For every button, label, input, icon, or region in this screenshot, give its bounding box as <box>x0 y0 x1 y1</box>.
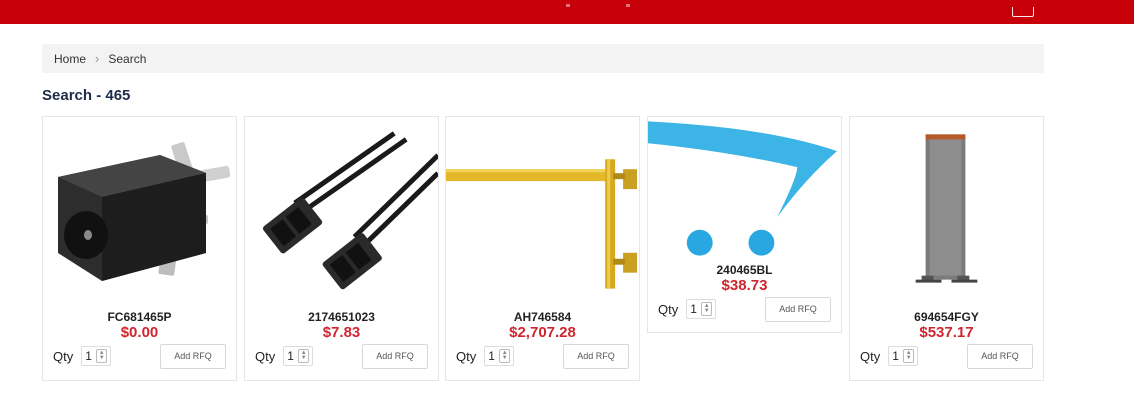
header-bar <box>0 0 1134 24</box>
page-title: Search - 465 <box>42 87 131 104</box>
qty-row: Qty 1 ▲ ▼ Add RFQ <box>658 296 831 322</box>
product-card: 694654FGY $537.17 Qty 1 ▲ ▼ Add RFQ <box>849 116 1044 381</box>
quantity-stepper[interactable]: 1 ▲ ▼ <box>888 346 919 366</box>
product-price: $537.17 <box>919 324 974 341</box>
product-card: 240465BL $38.73 Qty 1 ▲ ▼ Add RFQ <box>647 116 842 333</box>
qty-label: Qty <box>53 348 74 364</box>
product-card: 2174651023 $7.83 Qty 1 ▲ ▼ Add RFQ <box>244 116 439 381</box>
product-image <box>245 117 438 302</box>
breadcrumb: Home › Search <box>42 44 1044 73</box>
quantity-value: 1 <box>488 349 495 363</box>
quantity-value: 1 <box>287 349 294 363</box>
product-image <box>850 117 1043 302</box>
product-price: $0.00 <box>120 324 159 341</box>
stepper-icon[interactable]: ▲ ▼ <box>903 349 915 363</box>
quantity-stepper[interactable]: 1 ▲ ▼ <box>686 299 717 319</box>
qty-label: Qty <box>255 348 276 364</box>
product-image <box>446 117 639 302</box>
qty-row: Qty 1 ▲ ▼ Add RFQ <box>255 343 428 369</box>
header-text-fragment <box>566 4 570 7</box>
product-name[interactable]: AH746584 <box>446 310 639 324</box>
product-name[interactable]: 694654FGY <box>850 310 1043 324</box>
stepper-icon[interactable]: ▲ ▼ <box>499 349 511 363</box>
chevron-right-icon: › <box>95 51 100 66</box>
cart-icon[interactable] <box>1012 7 1034 17</box>
product-image <box>648 117 841 257</box>
stepper-icon[interactable]: ▲ ▼ <box>298 349 310 363</box>
breadcrumb-current: Search <box>108 51 147 66</box>
add-rfq-button[interactable]: Add RFQ <box>967 343 1033 369</box>
add-rfq-button[interactable]: Add RFQ <box>765 296 831 322</box>
quantity-value: 1 <box>85 349 92 363</box>
product-name[interactable]: 2174651023 <box>245 310 438 324</box>
breadcrumb-home-link[interactable]: Home <box>54 52 86 66</box>
add-rfq-button[interactable]: Add RFQ <box>563 343 629 369</box>
qty-label: Qty <box>658 301 679 317</box>
qty-label: Qty <box>456 348 477 364</box>
product-name[interactable]: 240465BL <box>648 263 841 277</box>
product-card: FC681465P $0.00 Qty 1 ▲ ▼ Add RFQ <box>42 116 237 381</box>
quantity-stepper[interactable]: 1 ▲ ▼ <box>81 346 112 366</box>
product-name[interactable]: FC681465P <box>43 310 236 324</box>
qty-row: Qty 1 ▲ ▼ Add RFQ <box>456 343 629 369</box>
quantity-value: 1 <box>892 349 899 363</box>
add-rfq-button[interactable]: Add RFQ <box>160 343 226 369</box>
quantity-value: 1 <box>690 302 697 316</box>
product-price: $7.83 <box>322 324 361 341</box>
product-price: $38.73 <box>721 277 768 294</box>
header-text-fragment <box>626 4 630 7</box>
qty-row: Qty 1 ▲ ▼ Add RFQ <box>860 343 1033 369</box>
quantity-stepper[interactable]: 1 ▲ ▼ <box>484 346 515 366</box>
stepper-icon[interactable]: ▲ ▼ <box>701 302 713 316</box>
qty-row: Qty 1 ▲ ▼ Add RFQ <box>53 343 226 369</box>
stepper-icon[interactable]: ▲ ▼ <box>96 349 108 363</box>
quantity-stepper[interactable]: 1 ▲ ▼ <box>283 346 314 366</box>
add-rfq-button[interactable]: Add RFQ <box>362 343 428 369</box>
product-image <box>43 117 236 302</box>
product-card: AH746584 $2,707.28 Qty 1 ▲ ▼ Add RFQ <box>445 116 640 381</box>
product-price: $2,707.28 <box>509 324 576 341</box>
qty-label: Qty <box>860 348 881 364</box>
